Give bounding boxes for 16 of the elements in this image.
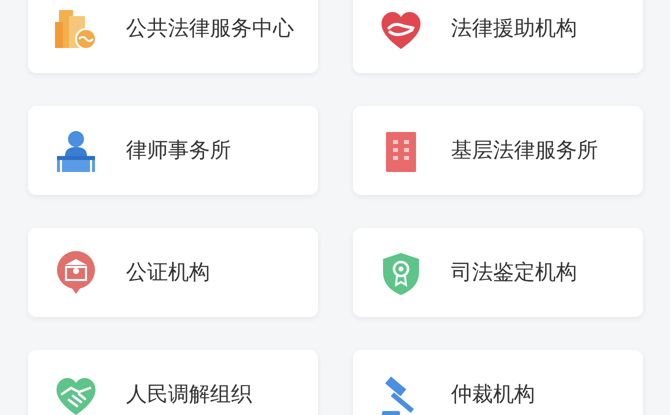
service-card[interactable]: 律师事务所 [28, 106, 318, 195]
service-label: 公证机构 [126, 258, 210, 286]
service-label: 法律援助机构 [451, 14, 577, 42]
service-card[interactable]: 法律援助机构 [353, 0, 643, 73]
service-card[interactable]: 基层法律服务所 [353, 106, 643, 195]
service-card[interactable]: 司法鉴定机构 [353, 228, 643, 317]
service-label: 人民调解组织 [126, 380, 252, 408]
service-label: 公共法律服务中心 [126, 14, 294, 42]
service-label: 律师事务所 [126, 136, 231, 164]
service-label: 基层法律服务所 [451, 136, 598, 164]
service-card[interactable]: 公共法律服务中心 [28, 0, 318, 73]
service-card[interactable]: 仲裁机构 [353, 350, 643, 415]
service-card[interactable]: 公证机构 [28, 228, 318, 317]
service-label: 司法鉴定机构 [451, 258, 577, 286]
service-card[interactable]: 人民调解组织 [28, 350, 318, 415]
service-label: 仲裁机构 [451, 380, 535, 408]
